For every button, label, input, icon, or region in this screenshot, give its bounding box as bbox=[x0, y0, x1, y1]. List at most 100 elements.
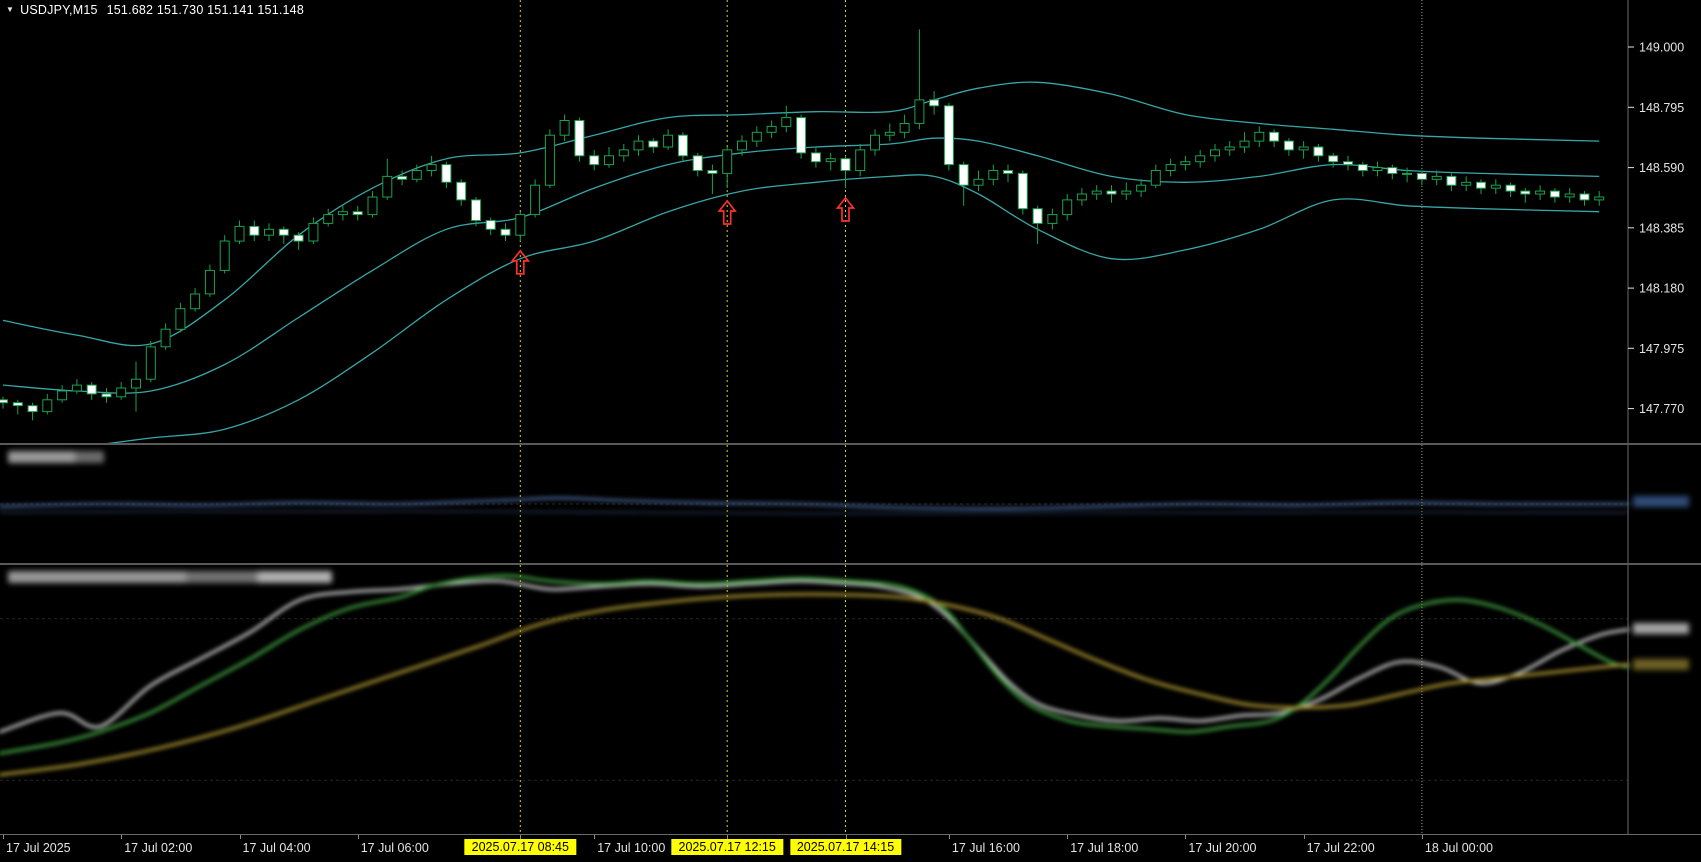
candle-body bbox=[782, 118, 791, 127]
vertical-markers bbox=[520, 0, 1422, 443]
candle-body bbox=[1181, 162, 1190, 165]
time-label: 18 Jul 00:00 bbox=[1425, 841, 1493, 855]
candle-body bbox=[1255, 132, 1264, 141]
ind1-lines bbox=[0, 498, 1628, 513]
candle-body bbox=[989, 171, 998, 180]
candle-body bbox=[1314, 147, 1323, 156]
candle-body bbox=[486, 221, 495, 230]
time-axis[interactable]: 17 Jul 202517 Jul 02:0017 Jul 04:0017 Ju… bbox=[0, 834, 1701, 862]
candle-body bbox=[575, 121, 584, 156]
time-tick bbox=[240, 835, 241, 839]
candlestick-chart[interactable]: 149.000148.795148.590148.385148.180147.9… bbox=[0, 0, 1701, 443]
candle-body bbox=[427, 165, 436, 171]
candle-body bbox=[619, 150, 628, 156]
candle-body bbox=[1432, 176, 1441, 179]
candle-body bbox=[1018, 173, 1027, 208]
price-label: 148.180 bbox=[1639, 282, 1684, 296]
candle-body bbox=[1536, 191, 1545, 194]
candle-body bbox=[560, 121, 569, 136]
candle-body bbox=[102, 394, 111, 397]
candle-body bbox=[457, 182, 466, 200]
price-label: 148.590 bbox=[1639, 161, 1684, 175]
candle-body bbox=[1166, 165, 1175, 171]
candle-body bbox=[87, 385, 96, 394]
candle-body bbox=[191, 294, 200, 309]
buy-signal-arrows bbox=[512, 198, 853, 274]
indicator-line bbox=[0, 581, 1628, 732]
indicator-pane-1[interactable] bbox=[0, 445, 1701, 563]
candle-body bbox=[1358, 165, 1367, 171]
candle-body bbox=[1344, 162, 1353, 165]
time-label: 17 Jul 04:00 bbox=[243, 841, 311, 855]
time-label: 17 Jul 06:00 bbox=[361, 841, 429, 855]
candle-body bbox=[1211, 150, 1220, 156]
candle-body bbox=[324, 215, 333, 224]
bollinger-middle bbox=[3, 138, 1599, 393]
candle-body bbox=[398, 176, 407, 179]
indicator1-label-redacted bbox=[8, 451, 104, 463]
candle-body bbox=[72, 385, 81, 391]
candle-body bbox=[1063, 200, 1072, 215]
candle-body bbox=[1225, 147, 1234, 150]
candle-body bbox=[826, 159, 835, 162]
candle-body bbox=[767, 126, 776, 132]
candle-body bbox=[1284, 141, 1293, 150]
chart-title: ▼USDJPY,M15151.682 151.730 151.141 151.1… bbox=[6, 3, 304, 17]
indicator-pane-2[interactable] bbox=[0, 565, 1701, 834]
price-label: 147.975 bbox=[1639, 342, 1684, 356]
candle-body bbox=[28, 406, 37, 412]
candle-body bbox=[915, 100, 924, 124]
indicator1-plot[interactable] bbox=[0, 445, 1701, 563]
main-chart-pane[interactable]: 149.000148.795148.590148.385148.180147.9… bbox=[0, 0, 1701, 443]
indicator-line bbox=[0, 511, 1628, 513]
price-scale[interactable]: 149.000148.795148.590148.385148.180147.9… bbox=[1628, 0, 1684, 443]
candle-body bbox=[634, 141, 643, 150]
candle-body bbox=[1595, 197, 1604, 200]
candle-body bbox=[944, 106, 953, 165]
indicator2-label-redacted bbox=[8, 571, 332, 583]
candle-body bbox=[1565, 194, 1574, 197]
candle-body bbox=[516, 215, 525, 236]
candle-body bbox=[353, 212, 362, 215]
candle-body bbox=[13, 403, 22, 406]
candle-body bbox=[309, 223, 318, 241]
time-label: 17 Jul 16:00 bbox=[952, 841, 1020, 855]
time-label: 17 Jul 22:00 bbox=[1307, 841, 1375, 855]
candle-body bbox=[738, 141, 747, 150]
candle-body bbox=[412, 171, 421, 180]
candle-body bbox=[649, 141, 658, 147]
candle-body bbox=[1137, 185, 1146, 191]
time-tick bbox=[1304, 835, 1305, 839]
candle-body bbox=[1240, 141, 1249, 147]
candle-body bbox=[841, 159, 850, 171]
candle-body bbox=[472, 200, 481, 221]
time-tick bbox=[121, 835, 122, 839]
candle-body bbox=[383, 176, 392, 197]
candle-body bbox=[1033, 209, 1042, 224]
candle-body bbox=[43, 400, 52, 412]
candle-body bbox=[117, 388, 126, 397]
time-tick bbox=[949, 835, 950, 839]
price-label: 148.795 bbox=[1639, 101, 1684, 115]
candle-body bbox=[605, 156, 614, 165]
candle-body bbox=[1447, 176, 1456, 185]
candle-body bbox=[1077, 194, 1086, 200]
candle-body bbox=[664, 135, 673, 147]
candle-body bbox=[368, 197, 377, 215]
symbol-dropdown-icon[interactable]: ▼ bbox=[6, 5, 14, 14]
candle-body bbox=[0, 400, 8, 403]
candle-body bbox=[1122, 191, 1131, 194]
candle-body bbox=[1388, 168, 1397, 174]
price-label: 148.385 bbox=[1639, 221, 1684, 235]
indicator1-value-redacted bbox=[1633, 496, 1689, 507]
indicator2-plot[interactable] bbox=[0, 565, 1701, 834]
signal-time-label: 2025.07.17 08:45 bbox=[465, 839, 576, 855]
quote-ohlc-label: 151.682 151.730 151.141 151.148 bbox=[107, 3, 304, 17]
candle-body bbox=[205, 270, 214, 294]
time-label: 17 Jul 18:00 bbox=[1070, 841, 1138, 855]
candle-body bbox=[1151, 171, 1160, 186]
candle-body bbox=[885, 132, 894, 135]
time-tick bbox=[3, 835, 4, 839]
time-tick bbox=[594, 835, 595, 839]
chart-window: 149.000148.795148.590148.385148.180147.9… bbox=[0, 0, 1701, 862]
